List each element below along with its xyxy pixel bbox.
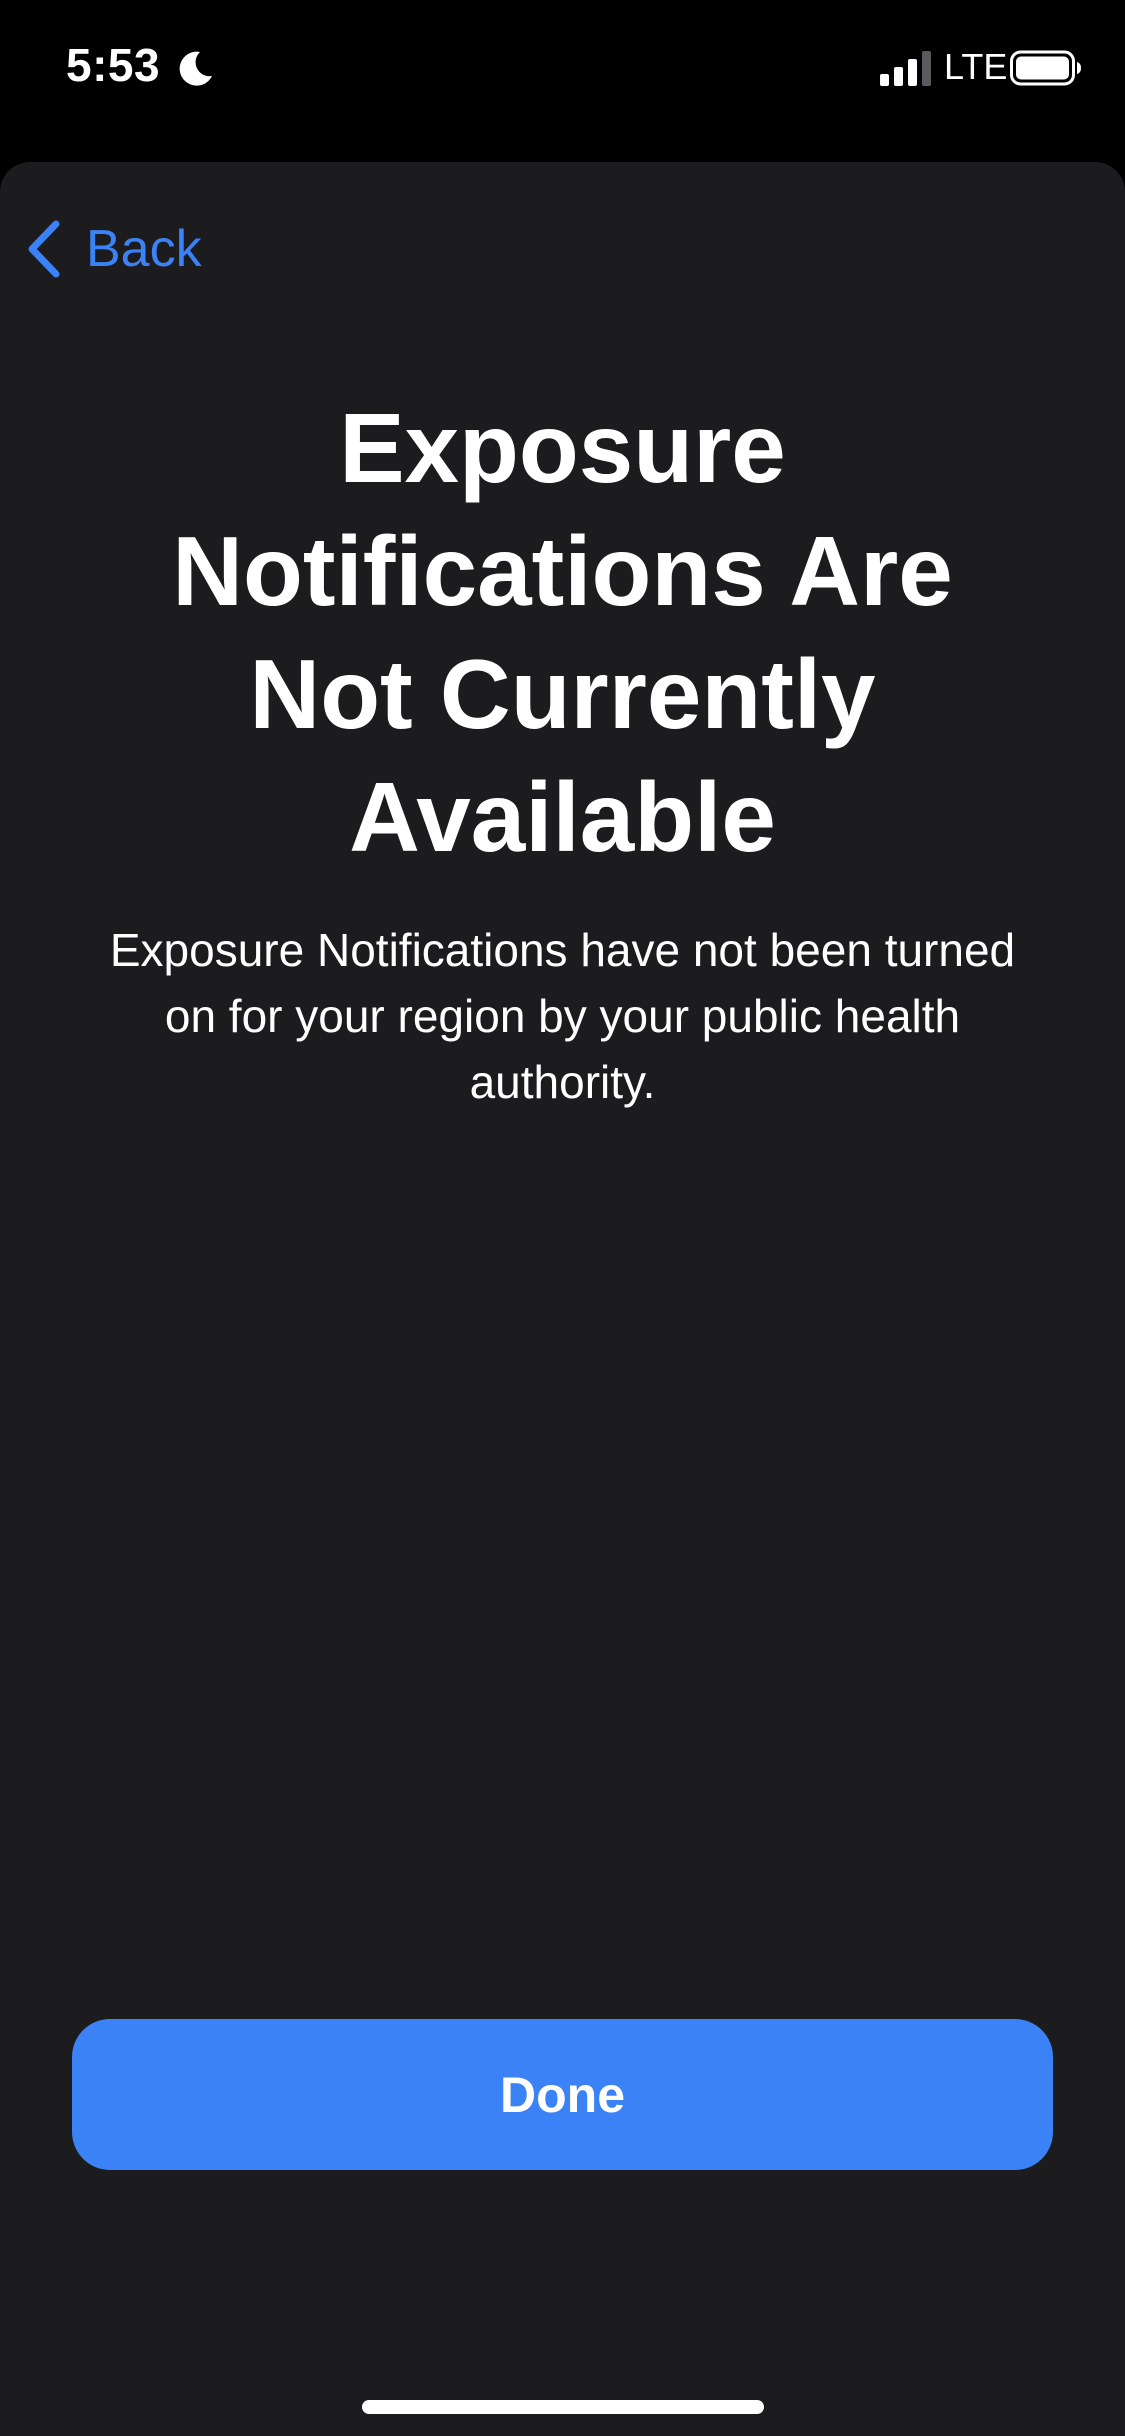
done-button[interactable]: Done <box>72 2019 1053 2170</box>
back-label: Back <box>86 220 202 278</box>
battery-icon <box>1010 50 1081 86</box>
chevron-left-icon <box>28 220 60 278</box>
status-time: 5:53 <box>66 39 161 91</box>
description-text: Exposure Notifications have not been tur… <box>109 924 1016 1108</box>
home-indicator[interactable] <box>362 2400 764 2414</box>
network-label: LTE <box>944 46 1008 87</box>
moon-icon <box>179 51 212 86</box>
back-button[interactable]: Back <box>24 214 202 284</box>
cellular-signal-icon <box>880 51 931 86</box>
status-bar: 5:53 LTE <box>0 0 1125 150</box>
exposure-notification-sheet: Back Exposure Notifications Are Not Curr… <box>0 162 1125 2436</box>
page-title: Exposure Notifications Are Not Currently… <box>172 393 953 872</box>
